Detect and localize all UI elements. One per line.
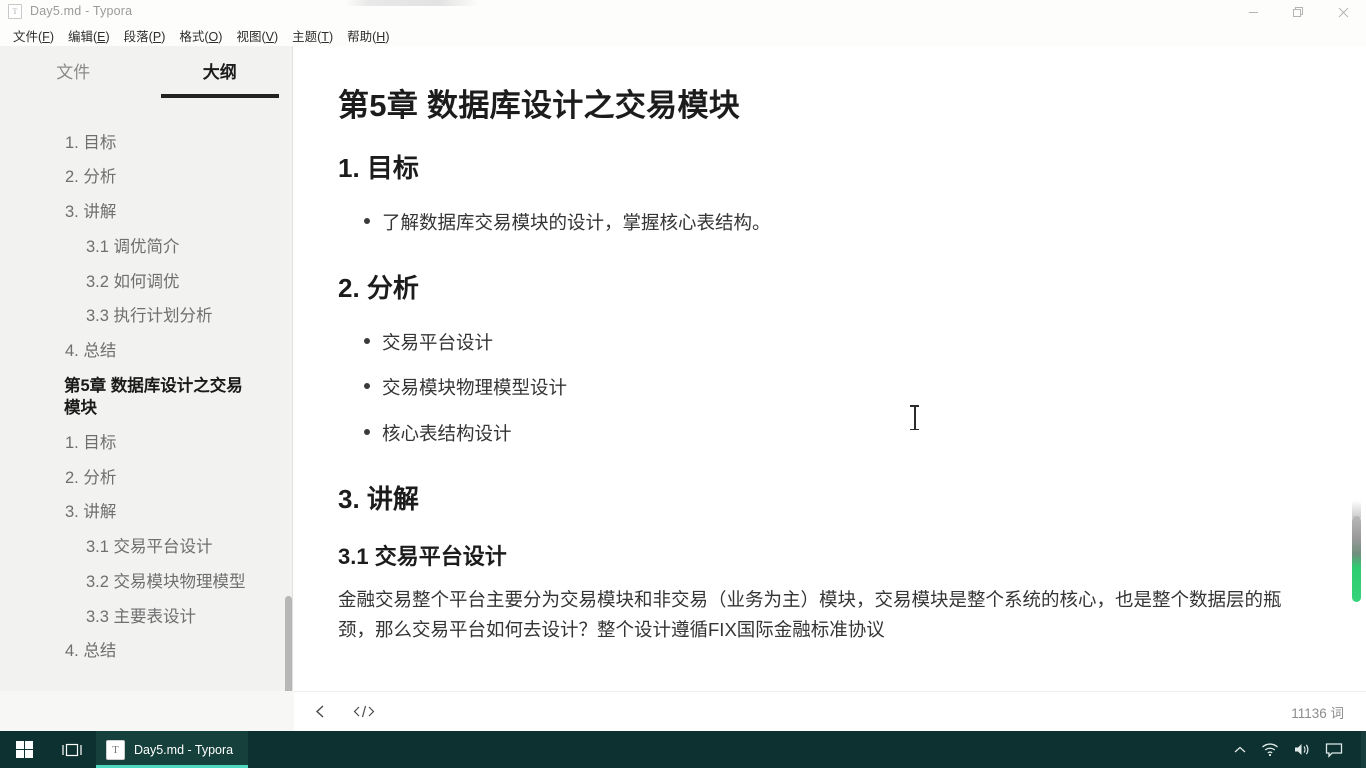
close-button[interactable] xyxy=(1321,0,1366,24)
taskbar-item-label: Day5.md - Typora xyxy=(134,742,234,757)
chevron-up-icon[interactable] xyxy=(1233,745,1247,755)
outline-item[interactable]: 3.2 如何调优 xyxy=(0,265,292,300)
menu-item-help-accel: H xyxy=(376,29,386,44)
status-bar-gutter xyxy=(0,691,294,731)
menu-item-paragraph-tail: ) xyxy=(161,29,166,44)
outline-item-active[interactable]: 第5章 数据库设计之交易模块 xyxy=(0,369,292,426)
taskbar: T Day5.md - Typora xyxy=(0,731,1366,768)
menu-item-paragraph[interactable]: 段落(P) xyxy=(117,24,173,47)
menu-item-edit[interactable]: 编辑(E) xyxy=(61,24,117,47)
menu-item-format-tail: ) xyxy=(218,29,223,44)
menu-bar: 文件(F) 编辑(E) 段落(P) 格式(O) 视图(V) 主题(T) 帮助(H… xyxy=(0,24,1366,46)
task-view-button[interactable] xyxy=(48,731,96,768)
typora-document-icon: T xyxy=(8,4,22,19)
list-item: 了解数据库交易模块的设计，掌握核心表结构。 xyxy=(338,200,1288,246)
list-item: 交易模块物理模型设计 xyxy=(338,365,1288,411)
document-title-heading: 第5章 数据库设计之交易模块 xyxy=(338,88,741,123)
start-button[interactable] xyxy=(0,731,48,768)
editor-area[interactable]: 第5章 数据库设计之交易模块 1. 目标 了解数据库交易模块的设计，掌握核心表结… xyxy=(294,46,1366,691)
task-view-icon xyxy=(62,743,82,756)
menu-item-file-text: 文件( xyxy=(13,29,43,44)
maximize-button[interactable] xyxy=(1276,0,1321,24)
heading-section-2: 2. 分析 xyxy=(338,272,419,303)
menu-item-file-tail: ) xyxy=(49,29,54,44)
document-body[interactable]: 第5章 数据库设计之交易模块 1. 目标 了解数据库交易模块的设计，掌握核心表结… xyxy=(294,46,1366,645)
menu-item-format-text: 格式( xyxy=(179,29,209,44)
outline-item[interactable]: 3. 讲解 xyxy=(0,196,292,231)
source-code-icon[interactable] xyxy=(353,704,375,719)
outline-item[interactable]: 3.2 交易模块物理模型 xyxy=(0,565,292,600)
menu-item-paragraph-accel: P xyxy=(152,29,162,44)
outline-item[interactable]: 3. 讲解 xyxy=(0,496,292,531)
notification-icon[interactable] xyxy=(1325,742,1343,758)
menu-item-help-tail: ) xyxy=(385,29,390,44)
tab-outline[interactable]: 大纲 xyxy=(147,46,293,92)
menu-item-paragraph-text: 段落( xyxy=(123,29,153,44)
list-item: 核心表结构设计 xyxy=(338,411,1288,457)
word-count: 11136 词 xyxy=(1291,705,1344,721)
sidebar: 文件 大纲 1. 目标 2. 分析 3. 讲解 3.1 调优简介 3.2 如何调… xyxy=(0,46,293,691)
minimize-button[interactable] xyxy=(1231,0,1276,24)
outline-item[interactable]: 2. 分析 xyxy=(0,461,292,496)
outline-item[interactable]: 1. 目标 xyxy=(0,426,292,461)
outline-item[interactable]: 3.3 主要表设计 xyxy=(0,600,292,635)
windows-logo-icon xyxy=(15,741,33,758)
sidebar-tabs: 文件 大纲 xyxy=(0,46,293,92)
outline-item[interactable]: 3.1 交易平台设计 xyxy=(0,531,292,566)
menu-item-view[interactable]: 视图(V) xyxy=(229,24,285,47)
outline-item[interactable]: 3.3 执行计划分析 xyxy=(0,300,292,335)
speaker-icon[interactable] xyxy=(1293,742,1311,757)
menu-item-view-tail: ) xyxy=(273,29,279,44)
bullet-list-goals: 了解数据库交易模块的设计，掌握核心表结构。 xyxy=(338,200,1288,246)
menu-item-edit-text: 编辑( xyxy=(67,29,98,44)
tab-files[interactable]: 文件 xyxy=(0,46,147,92)
menu-item-theme[interactable]: 主题(T) xyxy=(285,24,340,47)
sidebar-scrollbar-thumb[interactable] xyxy=(285,596,292,691)
menu-item-theme-text: 主题( xyxy=(292,29,322,44)
outline-list: 1. 目标 2. 分析 3. 讲解 3.1 调优简介 3.2 如何调优 3.3 … xyxy=(0,98,292,691)
outline-item[interactable]: 2. 分析 xyxy=(0,161,292,196)
typora-document-icon: T xyxy=(106,739,125,760)
menu-item-format-accel: O xyxy=(208,29,219,44)
window-title: Day5.md - Typora xyxy=(30,4,133,18)
status-bar: 11136 词 xyxy=(294,691,1366,731)
menu-item-format[interactable]: 格式(O) xyxy=(172,24,229,47)
chevron-left-icon[interactable] xyxy=(314,704,327,719)
menu-item-theme-tail: ) xyxy=(328,29,334,44)
window-controls xyxy=(1231,0,1366,24)
taskbar-item-typora[interactable]: T Day5.md - Typora xyxy=(96,731,248,768)
text-cursor-ibeam xyxy=(910,404,919,431)
menu-item-view-accel: V xyxy=(265,29,274,44)
menu-item-help-text: 帮助( xyxy=(347,29,377,44)
list-item: 交易平台设计 xyxy=(338,320,1288,366)
title-bar: T Day5.md - Typora xyxy=(0,0,1366,24)
outline-item[interactable]: 1. 目标 xyxy=(0,126,292,161)
bullet-list-analysis: 交易平台设计 交易模块物理模型设计 核心表结构设计 xyxy=(338,320,1288,457)
menu-item-help[interactable]: 帮助(H) xyxy=(340,24,396,47)
heading-section-3: 3. 讲解 xyxy=(338,483,419,514)
heading-section-3-1: 3.1 交易平台设计 xyxy=(338,543,507,569)
menu-item-file[interactable]: 文件(F) xyxy=(6,24,61,47)
top-overlay-strip xyxy=(345,0,479,6)
menu-item-view-text: 视图( xyxy=(236,29,266,44)
menu-item-edit-accel: E xyxy=(97,29,106,44)
menu-item-edit-tail: ) xyxy=(105,29,110,44)
show-desktop-button[interactable] xyxy=(1361,731,1366,768)
menu-item-file-accel: F xyxy=(42,29,50,44)
editor-scrollbar-thumb[interactable] xyxy=(1352,516,1361,602)
outline-item[interactable]: 4. 总结 xyxy=(0,335,292,370)
menu-item-theme-accel: T xyxy=(321,29,329,44)
outline-item[interactable]: 4. 总结 xyxy=(0,635,292,670)
outline-item[interactable]: 3.1 调优简介 xyxy=(0,230,292,265)
system-tray xyxy=(1233,742,1353,758)
wifi-icon[interactable] xyxy=(1261,742,1279,757)
status-bar-left xyxy=(294,704,375,719)
typora-window: T Day5.md - Typora 文件(F) 编辑(E) 段落(P) 格式(… xyxy=(0,0,1366,731)
heading-section-1: 1. 目标 xyxy=(338,153,419,184)
body-paragraph: 金融交易整个平台主要分为交易模块和非交易（业务为主）模块，交易模块是整个系统的核… xyxy=(338,589,1282,641)
